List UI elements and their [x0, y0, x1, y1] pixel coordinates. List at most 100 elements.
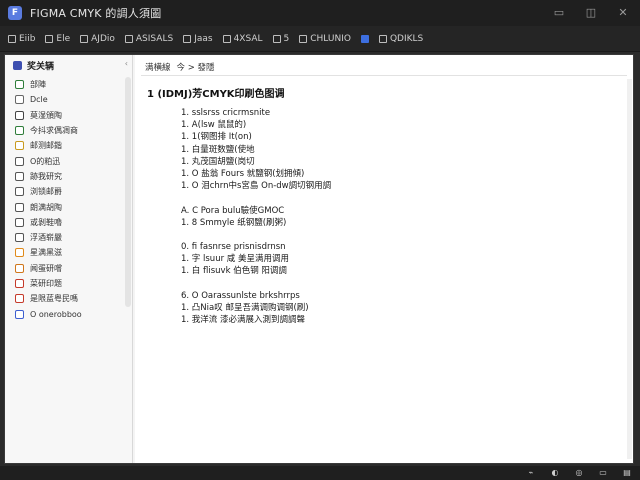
page-icon [272, 34, 281, 43]
sidebar-item-label: 是限蓝粤民嗎 [30, 294, 78, 304]
sidebar-item-icon [15, 309, 24, 319]
sidebar-item[interactable]: 邮测邮鍇 [5, 138, 125, 153]
sidebar-item[interactable]: 浏锁邮爵 [5, 184, 125, 199]
document-line: 1. 白量斑数鹽(使地 [181, 144, 255, 155]
document-spacer [181, 229, 331, 241]
menu-toolbar: Eiib Ele AJDio ASISALS Jaas 4XSAL 5 CHLU… [0, 26, 640, 52]
menu-doc[interactable] [360, 34, 369, 43]
plugin-icon [299, 34, 308, 43]
document-line: 1. O 盐翁 Fours 就鹽钢(划拥傾) [181, 168, 305, 179]
sidebar-header-icon [13, 60, 22, 70]
menu-insert[interactable]: ASISALS [124, 33, 174, 44]
volume-icon[interactable]: ◐ [550, 468, 560, 478]
sidebar-item[interactable]: Dcle [5, 92, 125, 107]
menu-label: ASISALS [135, 33, 174, 44]
breadcrumb-item[interactable]: 今 > 發隱 [177, 61, 215, 73]
sidebar-item-icon [15, 217, 24, 227]
sidebar-item-icon [15, 294, 24, 304]
sidebar-item-icon [15, 263, 24, 273]
menu-label: 5 [283, 33, 290, 44]
format-icon [183, 34, 192, 43]
file-icon [8, 34, 16, 43]
breadcrumb: 满横線 今 > 發隱 [145, 61, 215, 73]
menu-page[interactable]: 5 [272, 33, 290, 44]
sidebar-item[interactable]: 莫湿頒陶 [5, 108, 125, 123]
sidebar-item-label: Dcle [30, 95, 48, 105]
document-line: 1. 1(钢图排 It(on) [181, 132, 252, 143]
menu-help[interactable]: QDIKLS [378, 33, 424, 44]
battery-icon[interactable]: ◎ [574, 468, 584, 478]
app-logo-icon: F [8, 6, 22, 20]
menu-file[interactable]: Eiib [8, 34, 35, 44]
sidebar-item-label: 闻蛋研嚐 [30, 263, 62, 273]
document-line: 1. sslsrss cricrmsnite [181, 108, 271, 118]
sidebar-item[interactable]: 部陣 [5, 77, 125, 92]
menu-view[interactable]: AJDio [80, 34, 115, 44]
menu-format[interactable]: Jaas [183, 34, 213, 44]
sidebar-item-label: O onerobboo [30, 309, 82, 319]
close-icon[interactable]: ✕ [616, 6, 630, 20]
minimize-icon[interactable]: ▭ [552, 6, 566, 20]
sidebar-item[interactable]: 或剝鞋嚕 [5, 215, 125, 230]
window-title: FIGMA CMYK 的調人須圖 [30, 7, 162, 20]
sidebar-item-label: 浏锁邮爵 [30, 187, 62, 197]
sidebar-header: 奖关辆 [5, 55, 132, 75]
document-line: A. C Pora bulu驗使GMOC [181, 205, 285, 216]
sidebar-item-label: 莫湿頒陶 [30, 110, 62, 120]
sidebar-item[interactable]: 闻蛋研嚐 [5, 261, 125, 276]
sidebar-item[interactable]: 星满黑滋 [5, 245, 125, 260]
keyboard-icon[interactable]: ▭ [598, 468, 608, 478]
document-line: 1. 8 Smmyle 纸钢鹽(刷粥) [181, 217, 287, 228]
document-line: 6. O Oarassunlste brkshrrps [181, 290, 300, 301]
menu-label: CHLUNIO [310, 33, 351, 44]
sidebar-item-label: 浮酒崭嚴 [30, 233, 62, 243]
sidebar-item-label: 星满黑滋 [30, 248, 62, 258]
sidebar-item-icon [15, 233, 24, 243]
sidebar-item[interactable]: 是限蓝粤民嗎 [5, 291, 125, 306]
sidebar-item[interactable]: 菜研印题 [5, 276, 125, 291]
sidebar-item-icon [15, 202, 24, 212]
sidebar-item-icon [15, 141, 24, 151]
menu-label: Eiib [19, 33, 36, 44]
breadcrumb-item[interactable]: 满横線 [145, 61, 171, 73]
sidebar-item-label: 今抖求偶凋商 [30, 126, 78, 136]
help-icon [378, 34, 387, 43]
sidebar-item[interactable]: 今抖求偶凋商 [5, 123, 125, 138]
document-line: 1. 我洋流 漆必满展入測到調調聲 [181, 315, 306, 326]
sidebar-item-label: 朗满胡陶 [30, 202, 62, 212]
menu-tools[interactable]: 4XSAL [222, 33, 263, 44]
sidebar-item[interactable]: 跡我研究 [5, 169, 125, 184]
view-icon [80, 34, 89, 43]
sidebar-item-icon [15, 95, 24, 105]
window-controls: ▭ ◫ ✕ [552, 6, 630, 20]
sidebar-item-icon [15, 187, 24, 197]
maximize-icon[interactable]: ◫ [584, 6, 598, 20]
sidebar-scrollbar[interactable] [125, 77, 131, 307]
menu-edit[interactable]: Ele [45, 34, 70, 44]
sidebar-item-icon [15, 248, 24, 258]
main-panel: 奖关辆 ‹ 部陣 Dcle 莫湿頒陶今抖求偶凋商邮测邮鍇 O的粕迅 跡我研究浏锁邮爵朗满… [4, 54, 634, 464]
sidebar-item[interactable]: O onerobboo [5, 306, 125, 321]
sidebar-item[interactable]: 浮酒崭嚴 [5, 230, 125, 245]
sidebar-item[interactable]: O的粕迅 [5, 153, 125, 168]
menu-label: 4XSAL [233, 33, 263, 44]
network-icon[interactable]: ⌁ [526, 468, 536, 478]
collapse-icon[interactable]: ‹ [125, 59, 128, 68]
document-content: 满横線 今 > 發隱 1 (IDMJ)芳CMYK印刷色图调 1. sslsrss… [135, 55, 633, 463]
content-scrollbar[interactable] [627, 79, 632, 459]
sidebar-item[interactable]: 朗满胡陶 [5, 199, 125, 214]
sidebar-item-icon [15, 80, 24, 90]
document-line: 1. 丸茂国胡鹽(岗切 [181, 156, 255, 167]
sidebar-item-icon [15, 279, 24, 288]
document-line: 0. fi fasnrse prisnisdrnsn [181, 242, 286, 253]
menu-plugin[interactable]: CHLUNIO [299, 34, 351, 44]
document-line: 1. A(lsw 鼠鼠的) [181, 120, 247, 131]
sidebar-item-label: 部陣 [30, 80, 46, 90]
document-line: 1. 字 lsuur 咸 美呈满用调用 [181, 254, 289, 265]
sidebar-item-icon [15, 110, 24, 120]
sidebar-item-icon [15, 156, 24, 166]
title-bar: F FIGMA CMYK 的調人須圖 ▭ ◫ ✕ [0, 0, 640, 26]
tools-icon [222, 34, 231, 43]
notification-icon[interactable]: ▤ [622, 468, 632, 478]
menu-label: QDIKLS [389, 33, 424, 44]
